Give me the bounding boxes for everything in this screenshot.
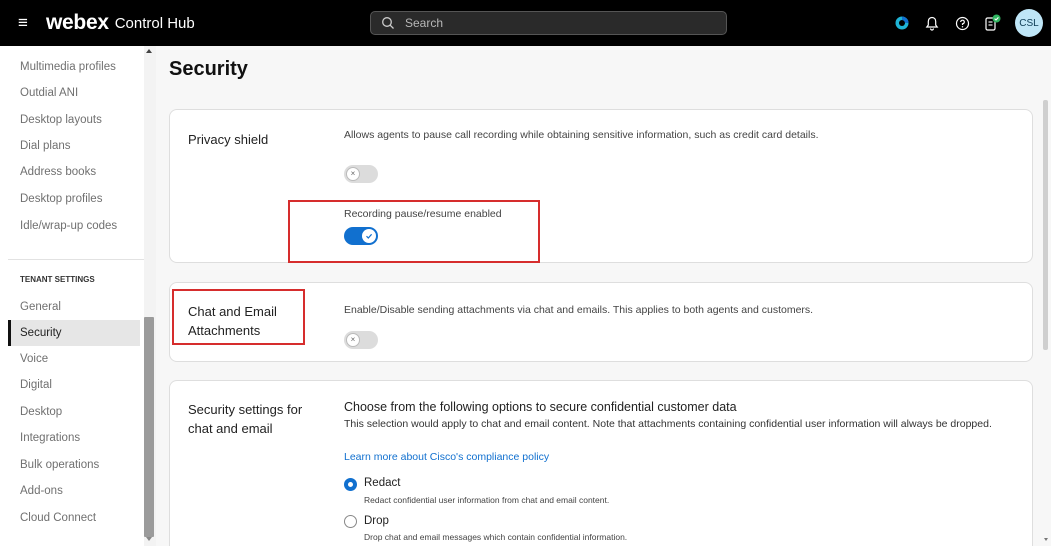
privacy-shield-label: Privacy shield [188,132,269,147]
compliance-policy-link[interactable]: Learn more about Cisco's compliance poli… [344,451,549,463]
page-title: Security [169,58,248,80]
radio-drop-description: Drop chat and email messages which conta… [364,532,628,542]
sidebar-item-bulk-operations[interactable]: Bulk operations [8,452,140,478]
main-scroll-down-icon[interactable] [1044,538,1048,541]
webex-app-icon[interactable] [893,14,911,32]
sidebar-item-cloud-connect[interactable]: Cloud Connect [8,505,140,531]
security-settings-note: This selection would apply to chat and e… [344,418,992,430]
sidebar-item-idle-wrap-up-codes[interactable]: Idle/wrap-up codes [8,213,140,239]
avatar[interactable]: CSL [1015,9,1043,37]
sidebar-item-desktop[interactable]: Desktop [8,399,140,425]
bell-icon[interactable] [923,14,941,32]
sidebar-item-address-books[interactable]: Address books [8,159,140,185]
sidebar-item-add-ons[interactable]: Add-ons [8,478,140,504]
toggle-off-icon: × [346,333,360,347]
main-scrollbar-thumb[interactable] [1043,100,1048,350]
sidebar-section-title: TENANT SETTINGS [20,275,95,284]
security-settings-label: Security settings for chat and email [188,402,303,436]
highlight-box-recording [288,200,540,263]
help-icon[interactable] [953,14,971,32]
sidebar-scrollbar-thumb[interactable] [144,317,154,537]
radio-drop-label[interactable]: Drop [364,515,389,527]
sidebar-item-desktop-profiles[interactable]: Desktop profiles [8,186,140,212]
sidebar-item-security[interactable]: Security [8,320,140,346]
scroll-down-arrow-icon[interactable] [146,537,152,541]
tasks-icon[interactable] [983,14,1001,32]
sidebar-item-desktop-layouts[interactable]: Desktop layouts [8,107,140,133]
radio-redact-label[interactable]: Redact [364,477,400,489]
security-settings-heading: Choose from the following options to sec… [344,400,737,414]
sidebar-divider [8,259,148,260]
sidebar-item-dial-plans[interactable]: Dial plans [8,133,140,159]
sidebar-item-digital[interactable]: Digital [8,372,140,398]
sidebar-item-multimedia-profiles[interactable]: Multimedia profiles [8,54,140,80]
sidebar-item-voice[interactable]: Voice [8,346,140,372]
security-settings-card: Security settings for chat and email Cho… [169,380,1033,546]
webex-logo[interactable]: webex [46,11,109,35]
scroll-up-arrow-icon[interactable] [146,49,152,53]
menu-icon[interactable]: ≡ [18,13,32,33]
radio-redact[interactable] [344,478,357,491]
header-actions: CSL [893,0,1051,46]
search-input[interactable]: Search [370,11,727,35]
sidebar: Multimedia profiles Outdial ANI Desktop … [0,46,156,546]
attachments-description: Enable/Disable sending attachments via c… [344,304,814,316]
toggle-off-icon: × [346,167,360,181]
sidebar-item-integrations[interactable]: Integrations [8,425,140,451]
product-name: Control Hub [114,14,195,32]
privacy-shield-description: Allows agents to pause call recording wh… [344,129,819,141]
radio-redact-description: Redact confidential user information fro… [364,495,610,505]
privacy-shield-toggle[interactable]: × [344,165,378,183]
highlight-box-attachments [172,289,305,345]
search-placeholder: Search [405,16,444,30]
search-icon [382,17,394,29]
attachments-toggle[interactable]: × [344,331,378,349]
radio-drop[interactable] [344,515,357,528]
sidebar-item-general[interactable]: General [8,294,140,320]
sidebar-item-outdial-ani[interactable]: Outdial ANI [8,80,140,106]
top-bar: ≡ webex Control Hub Search CSL [0,0,1051,46]
